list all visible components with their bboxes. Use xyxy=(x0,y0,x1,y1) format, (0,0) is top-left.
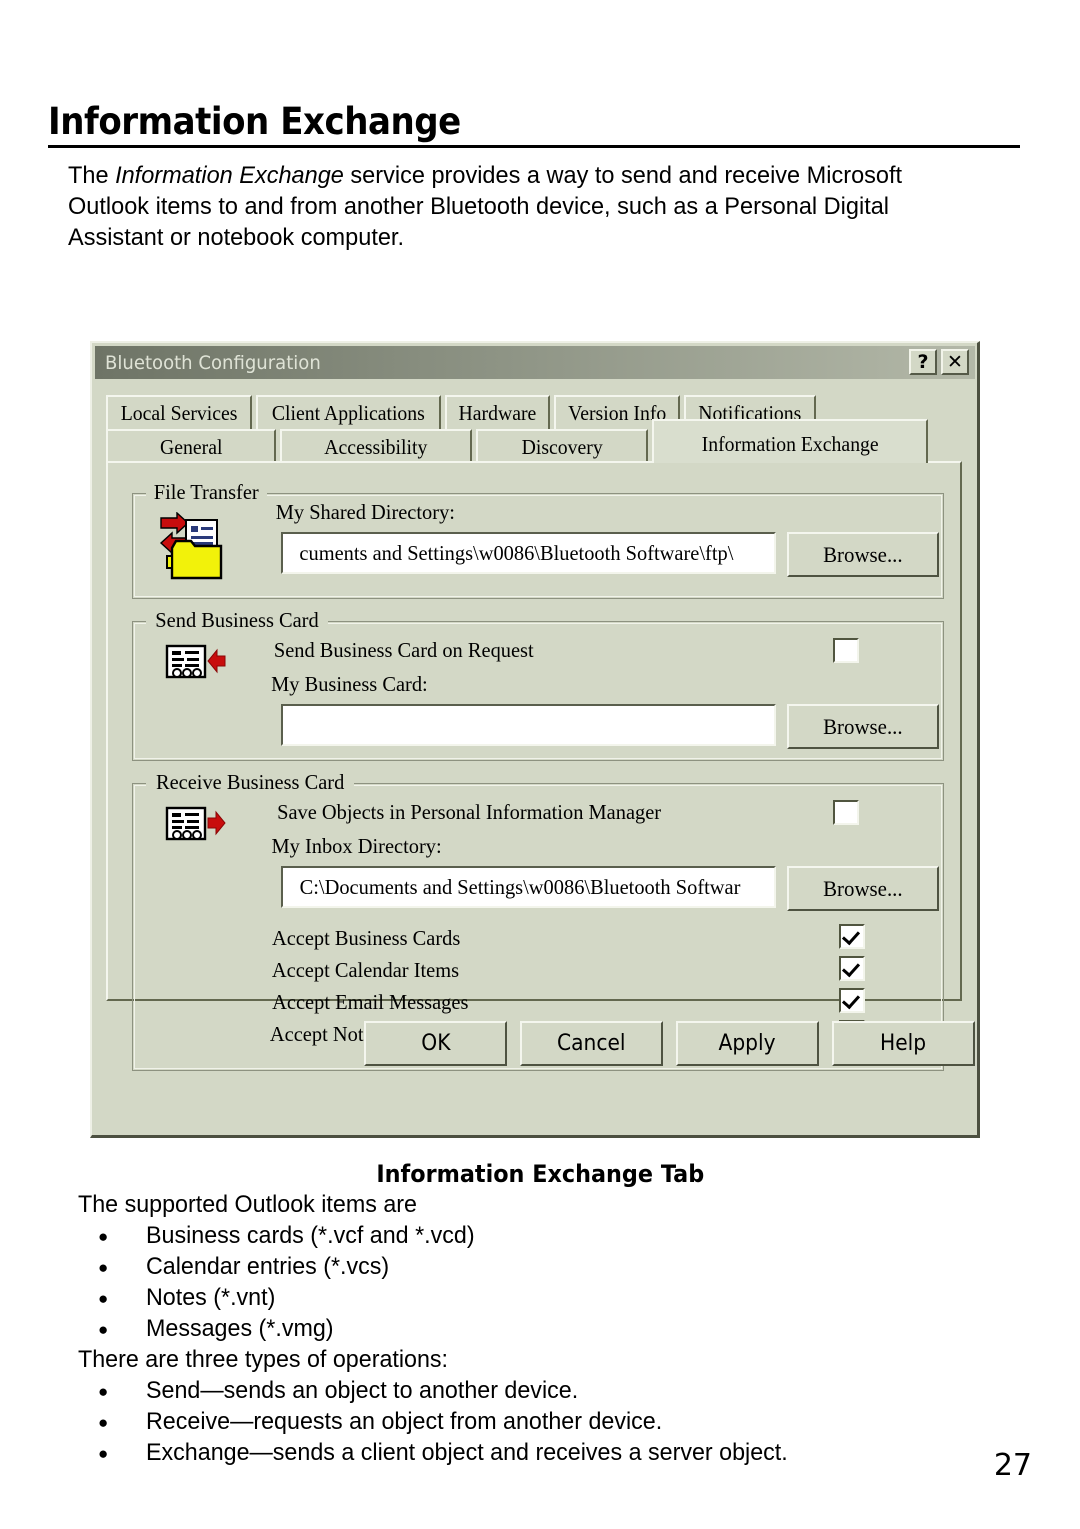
bullet-icon: ● xyxy=(98,1288,109,1308)
tab-label: General xyxy=(159,434,223,459)
tab-client-applications[interactable]: Client Applications xyxy=(256,395,441,429)
help-icon[interactable]: ? xyxy=(909,349,937,375)
bullet-icon: ● xyxy=(98,1381,109,1401)
tab-information-exchange[interactable]: Information Exchange xyxy=(652,419,928,463)
tab-label: Local Services xyxy=(120,400,238,425)
folder-transfer-icon xyxy=(159,512,223,580)
tab-accessibility[interactable]: Accessibility xyxy=(280,429,472,463)
shared-directory-label: My Shared Directory: xyxy=(275,500,455,524)
help-button[interactable]: Help xyxy=(832,1021,975,1066)
save-objects-pim-label: Save Objects in Personal Information Man… xyxy=(277,800,662,824)
dialog-titlebar[interactable]: Bluetooth Configuration ? ✕ xyxy=(95,346,975,379)
my-inbox-directory-value: C:\Documents and Settings\w0086\Bluetoot… xyxy=(299,874,741,899)
send-business-card-on-request-checkbox[interactable] xyxy=(833,638,859,663)
tab-strip: Local Services Client Applications Hardw… xyxy=(106,395,962,463)
accept-business-cards-label: Accept Business Cards xyxy=(271,926,461,950)
tab-label: Hardware xyxy=(458,400,537,425)
list-item: ● Exchange—sends a client object and rece… xyxy=(98,1439,788,1466)
file-transfer-group-title: File Transfer xyxy=(146,480,267,505)
page-title: Information Exchange xyxy=(48,100,461,143)
my-business-card-input[interactable] xyxy=(281,704,776,746)
bullet-icon: ● xyxy=(98,1257,109,1277)
tab-label: Discovery xyxy=(521,434,603,459)
send-on-request-label: Send Business Card on Request xyxy=(273,638,534,662)
list-item: ● Calendar entries (*.vcs) xyxy=(98,1253,390,1280)
figure-caption: Information Exchange Tab xyxy=(376,1160,704,1188)
apply-button[interactable]: Apply xyxy=(676,1021,819,1066)
operations-intro: There are three types of operations: xyxy=(78,1346,449,1373)
my-inbox-directory-label: My Inbox Directory: xyxy=(271,834,442,858)
browse-business-card-button[interactable]: Browse... xyxy=(787,704,939,749)
my-inbox-directory-input[interactable]: C:\Documents and Settings\w0086\Bluetoot… xyxy=(281,866,776,908)
list-item: ● Receive—requests an object from another… xyxy=(98,1408,663,1435)
ok-button[interactable]: OK xyxy=(364,1021,507,1066)
browse-inbox-directory-button[interactable]: Browse... xyxy=(787,866,939,911)
list-item: ● Send—sends an object to another device. xyxy=(98,1377,579,1404)
dialog-title: Bluetooth Configuration xyxy=(105,351,321,374)
bullet-icon: ● xyxy=(98,1226,109,1246)
shared-directory-input[interactable]: cuments and Settings\w0086\Bluetooth Sof… xyxy=(281,532,776,574)
list-item: ● Business cards (*.vcf and *.vcd) xyxy=(98,1222,475,1249)
titlebar-buttons: ? ✕ xyxy=(909,349,969,375)
tab-row-bottom: General Accessibility Discovery Informat… xyxy=(106,419,932,463)
tab-discovery[interactable]: Discovery xyxy=(476,429,648,463)
business-card-send-icon xyxy=(165,644,226,679)
my-business-card-label: My Business Card: xyxy=(271,672,428,696)
tab-general[interactable]: General xyxy=(106,429,276,463)
tab-label: Client Applications xyxy=(272,400,426,425)
bluetooth-configuration-dialog: Bluetooth Configuration ? ✕ Local Servic… xyxy=(90,341,980,1138)
accept-calendar-items-checkbox[interactable] xyxy=(839,956,865,981)
bullet-icon: ● xyxy=(98,1319,109,1339)
bullet-icon: ● xyxy=(98,1443,109,1463)
page-number: 27 xyxy=(993,1448,1032,1483)
send-business-card-group: Send Business Card Send Business Card on… xyxy=(132,608,944,761)
accept-calendar-items-label: Accept Calendar Items xyxy=(271,958,460,982)
tab-label: Information Exchange xyxy=(701,432,879,456)
shared-directory-value: cuments and Settings\w0086\Bluetooth Sof… xyxy=(299,540,734,565)
receive-business-card-group-title: Receive Business Card xyxy=(146,770,355,795)
tab-label: Accessibility xyxy=(324,434,428,459)
intro-pre-text: The xyxy=(68,162,116,189)
business-card-receive-icon xyxy=(165,806,226,841)
send-business-card-group-title: Send Business Card xyxy=(146,608,328,633)
intro-paragraph: The Information Exchange service provide… xyxy=(68,160,951,253)
bullet-icon: ● xyxy=(98,1412,109,1432)
supported-items-intro: The supported Outlook items are xyxy=(78,1191,417,1218)
cancel-button[interactable]: Cancel xyxy=(520,1021,663,1066)
save-objects-pim-checkbox[interactable] xyxy=(833,800,859,825)
information-exchange-tab-panel: File Transfer My Shared Directory: cumen… xyxy=(106,461,962,1071)
tab-hardware[interactable]: Hardware xyxy=(444,395,550,429)
dialog-button-bar: OK Cancel Apply Help xyxy=(106,1015,975,1075)
accept-email-messages-label: Accept Email Messages xyxy=(272,990,469,1014)
browse-shared-directory-button[interactable]: Browse... xyxy=(787,532,939,577)
title-underline-rule xyxy=(48,145,1020,148)
accept-email-messages-checkbox[interactable] xyxy=(839,988,865,1013)
close-icon[interactable]: ✕ xyxy=(941,349,969,375)
accept-business-cards-checkbox[interactable] xyxy=(839,924,865,949)
tab-local-services[interactable]: Local Services xyxy=(106,395,253,429)
file-transfer-group: File Transfer My Shared Directory: cumen… xyxy=(132,480,944,599)
intro-italic-term: Information Exchange xyxy=(115,162,344,189)
list-item: ● Messages (*.vmg) xyxy=(98,1315,334,1342)
list-item: ● Notes (*.vnt) xyxy=(98,1284,276,1311)
